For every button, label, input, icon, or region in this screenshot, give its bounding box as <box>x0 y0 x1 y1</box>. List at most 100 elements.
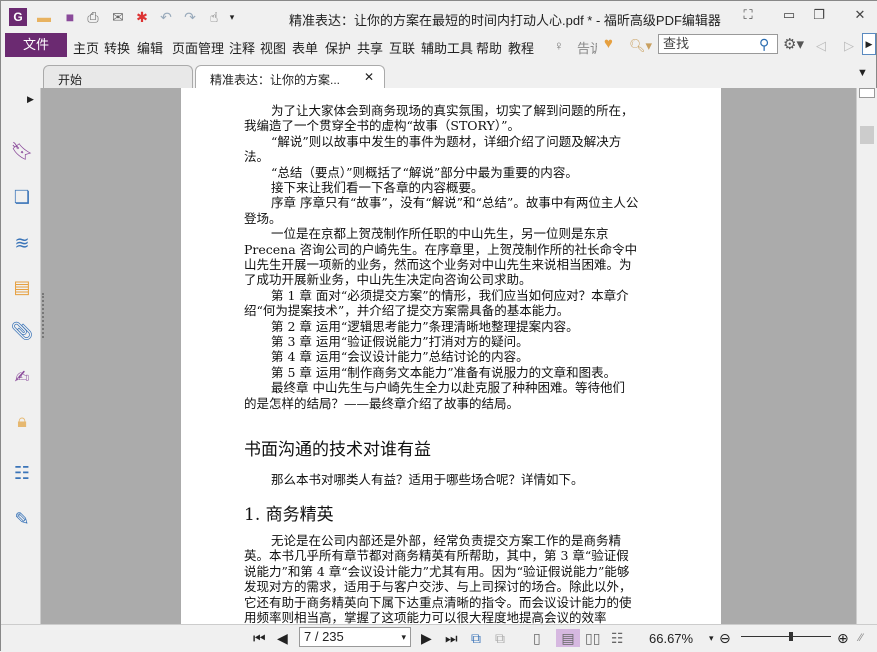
ribbon-scroll-right-button[interactable]: ▶ <box>862 33 876 55</box>
folder-search-icon[interactable]: 🔍︎▾ <box>629 38 652 54</box>
page-number-value: 7 / 235 <box>304 629 344 644</box>
back-icon[interactable]: ◁ <box>816 38 826 54</box>
comments-icon[interactable]: ▤ <box>11 276 33 298</box>
close-button[interactable]: ✕ <box>849 7 871 25</box>
minimize-button[interactable]: ▭ <box>778 7 800 25</box>
text-line: 第 4 章 运用“会议设计能力”总结讨论的内容。 <box>271 349 529 365</box>
pages-thumbnails-icon[interactable]: ❏ <box>11 186 33 208</box>
zoom-out-icon[interactable]: ⊖ <box>719 629 731 647</box>
window-title: 精准表达：让你的方案在最短的时间内打动人心.pdf * - 福昕高级PDF编辑器 <box>289 13 721 28</box>
email-icon[interactable]: ✉ <box>109 8 127 26</box>
tab-list-dropdown-icon[interactable]: ▼ <box>857 67 868 79</box>
menu-share[interactable]: 共享 <box>357 38 383 57</box>
form-fields-icon[interactable]: ☷ <box>11 462 33 484</box>
new-document-icon[interactable]: ✱ <box>133 8 151 26</box>
facing-pages-icon[interactable]: ▯▯ <box>585 629 600 647</box>
scrollbar-thumb[interactable] <box>860 126 874 144</box>
print-icon[interactable]: ⎙ <box>84 8 102 26</box>
document-viewer[interactable]: 为了让大家体会到商务现场的真实氛围，切实了解到问题的所在， 我编造了一个贯穿全书的… <box>41 88 856 624</box>
menu-edit[interactable]: 编辑 <box>137 38 163 57</box>
tab-label: 开始 <box>58 73 83 87</box>
lightbulb-icon[interactable]: ♀ <box>554 38 564 53</box>
attachments-icon[interactable]: 📎︎ <box>11 320 34 342</box>
menu-help[interactable]: 帮助 <box>476 38 502 57</box>
resize-grip-icon[interactable]: ⁄⁄ <box>859 629 863 647</box>
certify-icon[interactable]: ✎ <box>11 508 33 530</box>
text-line: 第 2 章 运用“逻辑思考能力”条理清晰地整理提案内容。 <box>271 318 579 334</box>
hand-tool-icon[interactable]: ☝ <box>205 8 223 26</box>
open-folder-icon[interactable]: ▬ <box>35 8 53 26</box>
menu-form[interactable]: 表单 <box>292 38 318 57</box>
close-tab-icon[interactable]: ✕ <box>364 70 374 84</box>
menu-protect[interactable]: 保护 <box>325 38 351 57</box>
vertical-scrollbar[interactable] <box>856 88 877 624</box>
page-number-input[interactable]: 7 / 235 ▾ <box>299 627 411 647</box>
menu-home[interactable]: 主页 <box>73 38 99 57</box>
text-line: 最终章 中山先生与户崎先生全力以赴克服了种种困难。等待他们 <box>271 380 625 396</box>
text-line: 法。 <box>244 149 270 165</box>
menu-page-management[interactable]: 页面管理 <box>172 38 224 57</box>
redo-icon[interactable]: ↷ <box>181 8 199 26</box>
layers-icon[interactable]: ≋ <box>11 232 33 254</box>
tab-document[interactable]: 精准表达：让你的方案... ✕ <box>195 65 385 89</box>
continuous-page-icon[interactable]: ▤ <box>556 629 580 647</box>
text-line: 英。本书几乎所有章节都对商务精英有所帮助，其中，第 3 章“验证假 <box>244 548 629 564</box>
restore-button[interactable]: ❐ <box>808 7 830 25</box>
menu-convert[interactable]: 转换 <box>104 38 130 57</box>
previous-view-icon[interactable]: ⧉ <box>471 629 481 647</box>
text-line: 绍“何为提案技术”，并介绍了提交方案需具备的基本能力。 <box>244 303 570 319</box>
subsection-heading: 1. 商务精英 <box>244 505 334 525</box>
next-page-icon[interactable]: ▶ <box>421 629 432 647</box>
first-page-icon[interactable]: ⏮ <box>253 629 266 647</box>
favorite-heart-icon[interactable]: ♥ <box>604 35 613 52</box>
text-line: 第 5 章 运用“制作商务文本能力”准备有说服力的文章和图表。 <box>271 364 617 380</box>
zoom-in-icon[interactable]: ⊕ <box>837 629 849 647</box>
text-line: 它还有助于商务精英向下属下达重点清晰的指令。而会议设计能力的使 <box>244 594 632 610</box>
continuous-facing-icon[interactable]: ☷ <box>611 629 624 647</box>
settings-gear-icon[interactable]: ⚙▾ <box>783 35 804 53</box>
text-line: “解说”则以故事中发生的事件为题材，详细介绍了问题及解决方 <box>271 133 622 149</box>
tell-me-label[interactable]: 告诉 <box>577 38 597 57</box>
text-line: Precena 咨询公司的户崎先生。在序章里，上贺茂制作所的社长命令中 <box>244 241 638 257</box>
text-line: 山先生开展一项新的业务，然而这个业务对中山先生来说相当困难。为 <box>244 257 632 272</box>
security-lock-icon[interactable]: 🔒︎ <box>11 410 33 432</box>
text-line: 第 3 章 运用“验证假说能力”打消对方的疑问。 <box>271 334 529 349</box>
menu-comment[interactable]: 注释 <box>229 38 255 57</box>
title-bar: G ▬ ■ ⎙ ✉ ✱ ↶ ↷ ☝ ▾ 精准表达：让你的方案在最短的时间内打动人… <box>1 1 877 33</box>
undo-icon[interactable]: ↶ <box>157 8 175 26</box>
expand-panel-icon[interactable]: ▶ <box>27 94 34 105</box>
single-page-icon[interactable]: ▯ <box>533 629 541 647</box>
status-bar <box>1 624 877 652</box>
app-logo-icon: G <box>9 8 27 26</box>
forward-icon[interactable]: ▷ <box>844 38 854 54</box>
pdf-page: 为了让大家体会到商务现场的真实氛围，切实了解到问题的所在， 我编造了一个贯穿全书的… <box>181 88 721 624</box>
search-icon[interactable]: ⚲ <box>759 36 769 53</box>
last-page-icon[interactable]: ⏭ <box>445 629 458 647</box>
tab-start[interactable]: 开始 <box>43 65 193 89</box>
text-line: 登场。 <box>244 210 282 226</box>
menu-tutorial[interactable]: 教程 <box>508 38 534 57</box>
file-menu[interactable]: 文件 <box>5 33 67 57</box>
save-icon[interactable]: ■ <box>61 8 79 26</box>
menu-connect[interactable]: 互联 <box>389 38 415 57</box>
menu-view[interactable]: 视图 <box>260 38 286 57</box>
zoom-slider-thumb[interactable] <box>788 632 793 641</box>
scroll-up-button[interactable] <box>859 88 875 98</box>
intro-text: 那么本书对哪类人有益？适用于哪些场合呢？详情如下。 <box>271 472 584 487</box>
previous-page-icon[interactable]: ◀ <box>277 629 288 647</box>
text-line: 用频率则相当高，掌握了这项能力可以很大程度地提高会议的效率 <box>244 610 607 624</box>
navigation-panel: ▶ 🔖︎ ❏ ≋ ▤ 📎︎ ✍ 🔒︎ ☷ ✎ <box>1 88 41 624</box>
panel-resize-handle[interactable] <box>42 293 45 338</box>
menu-accessibility[interactable]: 辅助工具 <box>421 38 473 57</box>
zoom-level[interactable]: 66.67% <box>649 629 693 647</box>
customize-dropdown-icon[interactable]: ▾ <box>223 8 241 26</box>
bookmarks-icon[interactable]: 🔖︎ <box>11 140 34 162</box>
text-line: 一位是在京都上贺茂制作所任职的中山先生，另一位则是东京 <box>271 226 609 242</box>
zoom-dropdown-icon[interactable]: ▾ <box>709 629 714 647</box>
fullscreen-icon[interactable]: ⛶ <box>737 7 759 25</box>
next-view-icon[interactable]: ⧉ <box>495 629 505 647</box>
signature-icon[interactable]: ✍ <box>11 366 33 388</box>
text-line: 序章 序章只有“故事”，没有“解说”和“总结”。故事中有两位主人公 <box>271 195 639 211</box>
zoom-slider[interactable] <box>741 632 831 641</box>
text-line: 第 1 章 面对“必须提交方案”的情形，我们应当如何应对？本章介 <box>271 287 629 303</box>
